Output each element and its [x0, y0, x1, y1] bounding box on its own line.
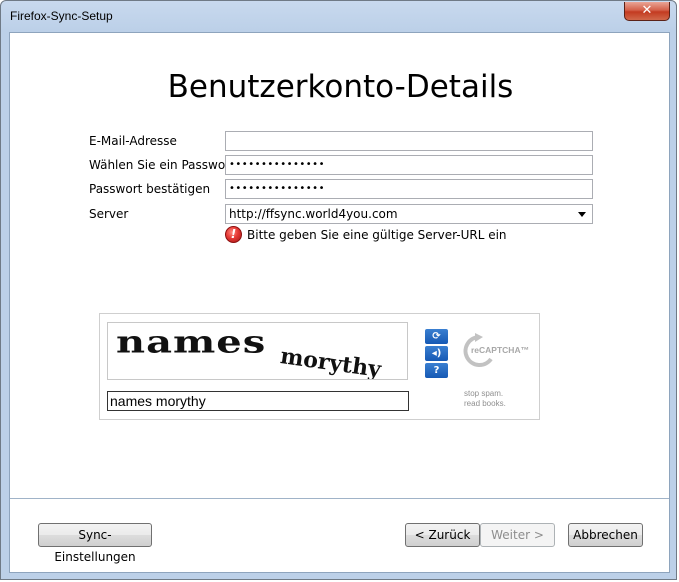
refresh-icon[interactable]: ⟳ — [425, 329, 448, 344]
close-icon: ✕ — [641, 3, 653, 18]
server-dropdown[interactable]: http://ffsync.world4you.com — [225, 204, 593, 224]
captcha-word-2: morythy — [279, 343, 384, 379]
window-title: Firefox-Sync-Setup — [10, 9, 113, 23]
confirm-password-label: Passwort bestätigen — [89, 182, 211, 196]
server-error-message: Bitte geben Sie eine gültige Server-URL … — [247, 228, 507, 242]
recaptcha-logo-text: reCAPTCHA™ — [471, 345, 529, 355]
captcha-image: names morythy — [107, 322, 408, 380]
password-field[interactable]: ••••••••••••••• — [225, 155, 593, 175]
captcha-widget: names morythy ⟳ ◂) ? reCAPTCHA™ stop spa… — [99, 313, 540, 420]
back-button[interactable]: < Zurück — [405, 523, 480, 547]
help-icon[interactable]: ? — [425, 363, 448, 378]
dialog-content: Benutzerkonto-Details E-Mail-Adresse Wäh… — [9, 32, 670, 573]
footer-divider — [10, 498, 669, 499]
recaptcha-tagline: stop spam. read books. — [464, 389, 506, 409]
tagline-line-1: stop spam. — [464, 389, 504, 398]
cancel-button[interactable]: Abbrechen — [568, 523, 643, 547]
email-label: E-Mail-Adresse — [89, 134, 177, 148]
sync-settings-button[interactable]: Sync-Einstellungen — [38, 523, 152, 564]
title-bar[interactable]: Firefox-Sync-Setup ✕ — [1, 1, 678, 31]
page-title: Benutzerkonto-Details — [167, 69, 514, 105]
password-label: Wählen Sie ein Passwort — [89, 158, 235, 172]
server-label: Server — [89, 207, 129, 221]
tagline-line-2: read books. — [464, 399, 506, 408]
captcha-word-1: names — [116, 324, 266, 361]
window: Firefox-Sync-Setup ✕ Benutzerkonto-Detai… — [0, 0, 677, 580]
close-button[interactable]: ✕ — [624, 2, 670, 21]
captcha-response-input[interactable]: names morythy — [107, 391, 409, 411]
confirm-password-field[interactable]: ••••••••••••••• — [225, 179, 593, 199]
next-button[interactable]: Weiter > — [480, 523, 555, 547]
chevron-down-icon[interactable] — [578, 212, 586, 217]
audio-icon[interactable]: ◂) — [425, 346, 448, 361]
email-field[interactable] — [225, 131, 593, 151]
error-icon — [225, 226, 242, 243]
recaptcha-logo: reCAPTCHA™ — [463, 333, 529, 367]
server-value: http://ffsync.world4you.com — [229, 207, 398, 221]
